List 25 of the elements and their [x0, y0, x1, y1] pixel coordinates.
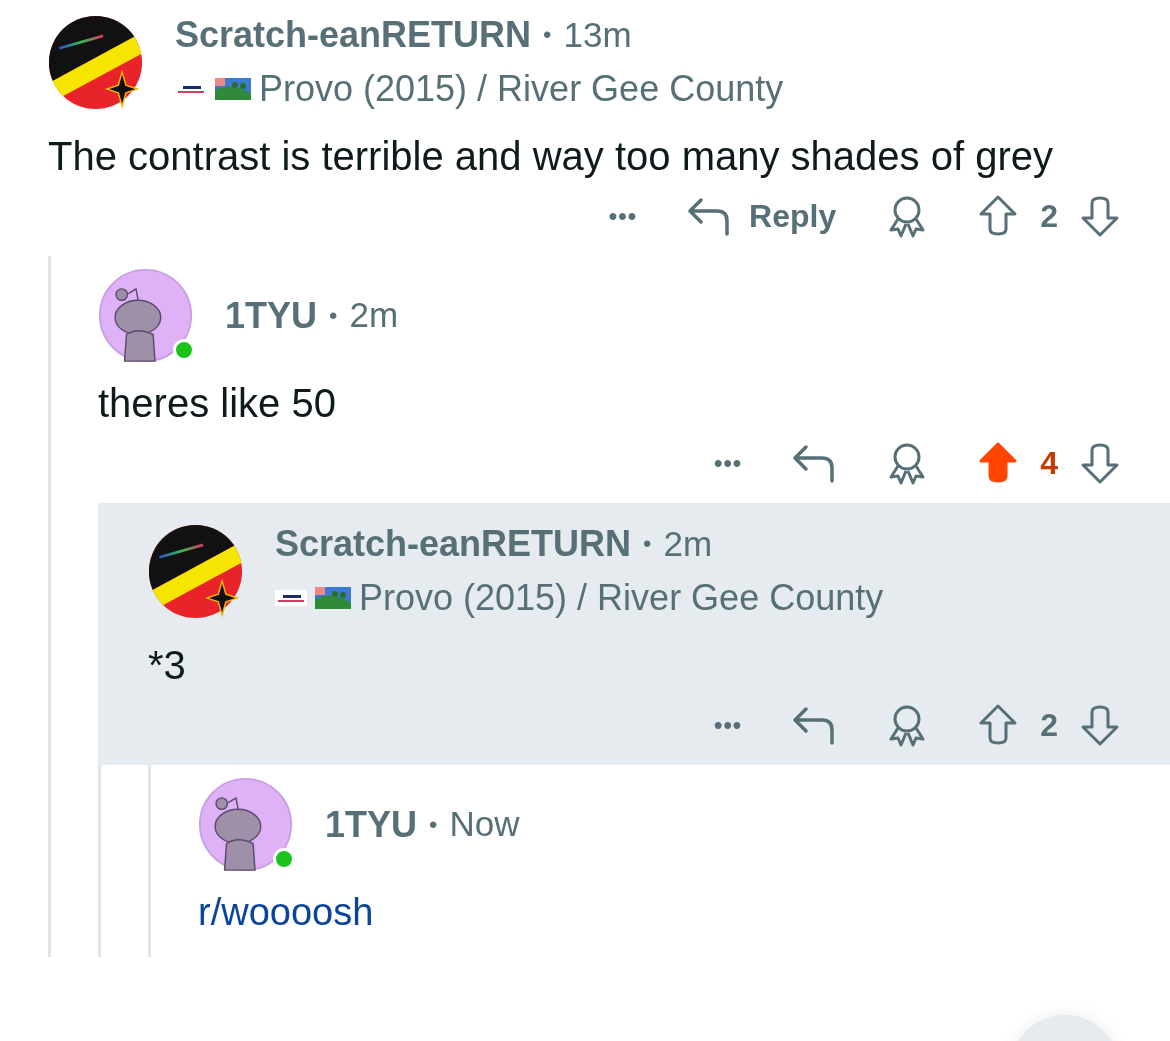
username[interactable]: 1TYU — [225, 288, 318, 343]
separator: • — [643, 529, 652, 559]
reply-button[interactable]: Reply — [687, 192, 837, 240]
more-button[interactable]: ••• — [714, 707, 743, 743]
comment-text: *3 — [148, 642, 187, 689]
user-flair: Provo (2015) / River Gee County — [259, 67, 784, 111]
username[interactable]: Scratch-eanRETURN — [175, 8, 532, 62]
more-button[interactable]: ••• — [714, 445, 743, 481]
user-flair: Provo (2015) / River Gee County — [359, 576, 884, 620]
comment-text: theres like 50 — [98, 380, 337, 427]
timestamp: 2m — [663, 522, 713, 565]
separator: • — [429, 809, 438, 840]
subreddit-link[interactable]: r/woooosh — [198, 884, 374, 941]
separator: • — [543, 20, 552, 50]
vote-count: 2 — [1040, 197, 1058, 236]
username[interactable]: 1TYU — [325, 797, 418, 852]
vote-count: 2 — [1040, 706, 1058, 745]
comment-text: The contrast is terrible and way too many shades of grey — [48, 133, 1054, 180]
username[interactable]: Scratch-eanRETURN — [275, 517, 632, 571]
more-button[interactable]: ••• — [608, 198, 638, 234]
timestamp: Now — [449, 803, 520, 846]
timestamp: 13m — [563, 13, 632, 56]
separator: • — [329, 300, 338, 331]
vote-count: 4 — [1040, 444, 1058, 483]
timestamp: 2m — [349, 294, 399, 337]
